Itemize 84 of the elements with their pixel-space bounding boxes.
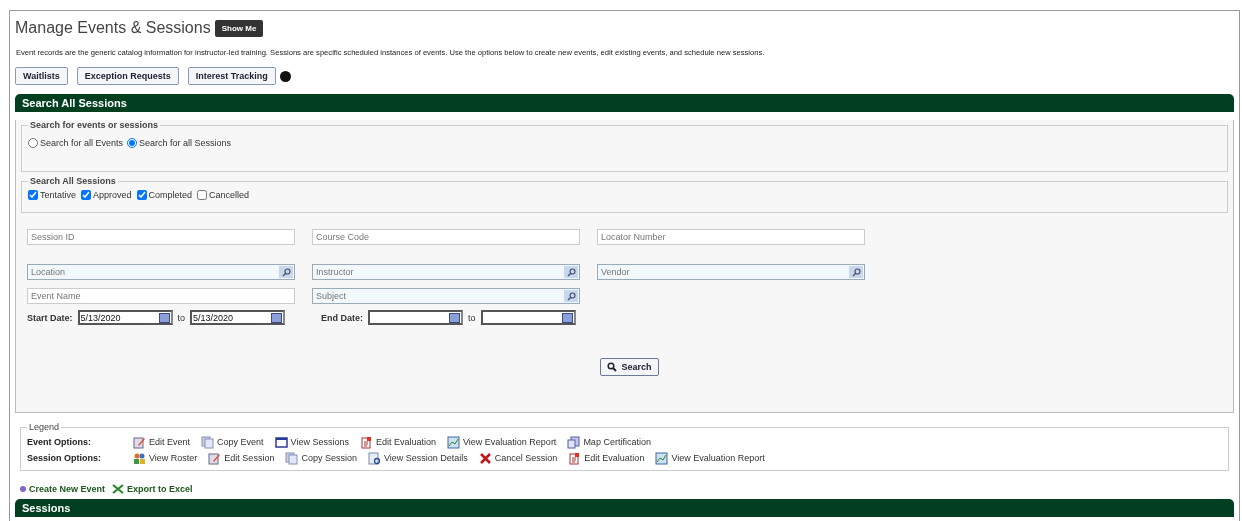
lookup-field[interactable]: Vendor — [597, 264, 865, 280]
lookup-field[interactable]: Instructor — [312, 264, 580, 280]
legend-item-label: Edit Evaluation — [584, 453, 645, 463]
search-icon[interactable] — [564, 290, 578, 302]
panel-header: Sessions — [15, 499, 1234, 517]
legend-item-label: Map Certification — [583, 437, 651, 447]
edit-icon — [133, 435, 146, 449]
evaluation-icon — [359, 435, 373, 449]
lookup-field[interactable]: Subject — [312, 288, 580, 304]
search-icon[interactable] — [279, 266, 293, 278]
action-link[interactable]: Export to Excel — [112, 484, 193, 494]
show-me-button[interactable]: Show Me — [214, 19, 264, 37]
nav-button[interactable]: Exception Requests — [76, 67, 179, 85]
date-field[interactable]: 5/13/2020 — [77, 310, 173, 325]
checkbox-label: Approved — [93, 190, 132, 200]
radio-label: Search for all Sessions — [139, 138, 232, 148]
input-field[interactable]: Event Name — [28, 289, 294, 303]
legend-item-label: Edit Event — [149, 437, 191, 447]
group-legend: Legend — [27, 422, 62, 432]
bullet-icon — [20, 486, 26, 492]
range-separator: to — [177, 312, 186, 323]
date-field[interactable]: 5/13/2020 — [190, 310, 286, 325]
date-field[interactable] — [480, 310, 576, 325]
nav-button[interactable]: Interest Tracking — [187, 67, 276, 85]
documents-icon — [567, 435, 581, 449]
panel-header: Search All Sessions — [15, 94, 1234, 112]
legend-row-label: Session Options: — [27, 453, 102, 463]
lookup-field[interactable]: Location — [27, 264, 295, 280]
legend-item-label: Edit Evaluation — [375, 437, 436, 447]
date-field[interactable] — [368, 310, 463, 325]
group-legend: Search All Sessions — [28, 176, 118, 186]
evaluation-icon — [568, 451, 582, 465]
legend-item-label: Copy Session — [301, 453, 357, 463]
search-icon — [607, 362, 618, 372]
input-field[interactable]: Location — [28, 265, 279, 279]
calendar-icon[interactable] — [271, 312, 283, 323]
copy-icon — [285, 451, 299, 465]
checkbox[interactable] — [136, 190, 147, 200]
calendar-icon[interactable] — [158, 312, 170, 323]
range-separator: to — [468, 312, 476, 323]
close-icon — [478, 451, 492, 465]
action-link[interactable]: Create New Event — [20, 484, 106, 494]
checkbox[interactable] — [28, 190, 38, 200]
radio-label: Search for all Events — [40, 138, 124, 148]
document-search-icon — [367, 451, 381, 465]
page-title: Manage Events & Sessions — [15, 19, 211, 37]
radio-button[interactable] — [28, 138, 38, 148]
legend-row-label: Event Options: — [27, 437, 92, 447]
legend-item-label: View Evaluation Report — [463, 437, 557, 447]
checkbox-label: Completed — [148, 190, 193, 200]
search-icon[interactable] — [849, 266, 863, 278]
window-icon — [274, 435, 288, 449]
checkbox[interactable] — [197, 190, 208, 200]
legend-item-label: Copy Event — [217, 437, 264, 447]
radio-button[interactable] — [127, 138, 138, 148]
legend-item-label: View Evaluation Report — [671, 453, 765, 463]
input-field[interactable]: Course Code — [313, 230, 579, 244]
date-label: End Date: — [321, 312, 363, 323]
input-field[interactable]: Subject — [313, 289, 564, 303]
legend-item-label: Cancel Session — [494, 453, 558, 463]
input-field[interactable]: Instructor — [313, 265, 564, 279]
checkbox[interactable] — [81, 190, 92, 200]
group-legend: Search for events or sessions — [28, 120, 161, 130]
chart-icon — [655, 451, 669, 465]
search-icon[interactable] — [564, 266, 578, 278]
calendar-icon[interactable] — [449, 312, 460, 323]
input-field[interactable]: Session ID — [28, 230, 294, 244]
nav-button[interactable]: Waitlists — [15, 67, 68, 85]
input-field[interactable]: Locator Number — [598, 230, 864, 244]
copy-icon — [201, 435, 215, 449]
date-label: Start Date: — [27, 312, 73, 323]
legend-item-label: View Sessions — [290, 437, 349, 447]
calendar-icon[interactable] — [561, 312, 573, 323]
checkbox-label: Cancelled — [209, 190, 250, 200]
excel-icon — [112, 484, 125, 494]
legend-item-label: View Roster — [149, 453, 198, 463]
checkbox-label: Tentative — [40, 190, 77, 200]
legend-item-label: View Session Details — [383, 453, 468, 463]
legend-item-label: Edit Session — [224, 453, 275, 463]
search-button[interactable]: Search — [600, 358, 659, 376]
chart-icon — [447, 435, 460, 449]
people-icon — [133, 451, 146, 465]
edit-icon — [208, 451, 222, 465]
input-field[interactable]: Vendor — [598, 265, 849, 279]
